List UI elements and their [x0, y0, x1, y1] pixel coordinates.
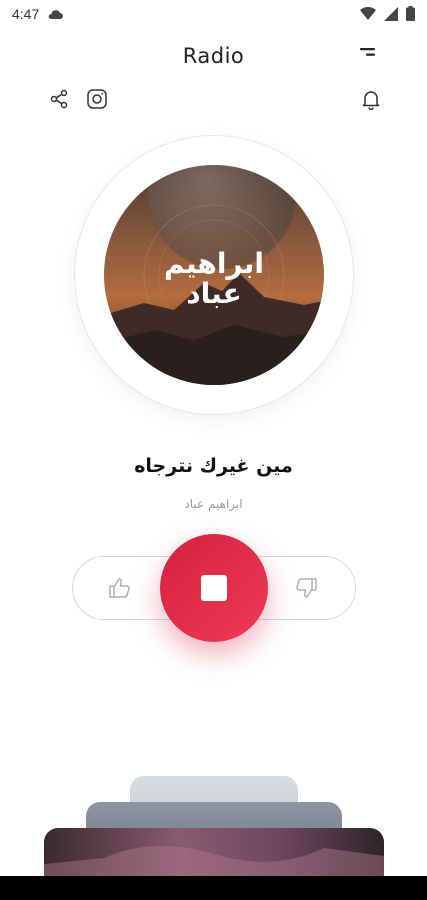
- song-artist: ابراهيم عباد: [184, 497, 243, 511]
- system-nav-bar: [0, 876, 427, 900]
- wifi-icon: [360, 6, 376, 20]
- cloud-icon: [48, 10, 64, 19]
- share-icon: [50, 89, 68, 109]
- stop-button[interactable]: [160, 534, 268, 642]
- notifications-button[interactable]: [359, 87, 383, 111]
- instagram-button[interactable]: [85, 87, 109, 111]
- status-time: 4:47: [12, 6, 40, 22]
- battery-icon: [406, 6, 415, 21]
- stop-icon: [201, 575, 227, 601]
- menu-icon: [360, 48, 375, 56]
- like-button[interactable]: [106, 574, 134, 602]
- bell-icon: [362, 91, 380, 110]
- album-cover: ابراهيم عباد: [104, 165, 324, 385]
- thumbs-down-icon: [296, 578, 317, 598]
- thumbs-up-icon: [109, 578, 130, 598]
- signal-icon: [384, 6, 398, 21]
- menu-button[interactable]: [357, 45, 377, 61]
- instagram-icon: [87, 89, 107, 109]
- share-button[interactable]: [47, 87, 71, 111]
- song-title: مين غيرك نترجاه: [134, 455, 293, 477]
- status-bar: 4:47: [0, 0, 427, 28]
- status-icons: [360, 6, 415, 21]
- queue-card[interactable]: [44, 828, 384, 878]
- cover-text-line2: عباد: [186, 277, 242, 310]
- cover-text-line1: ابراهيم: [164, 247, 264, 280]
- dislike-button[interactable]: [292, 574, 320, 602]
